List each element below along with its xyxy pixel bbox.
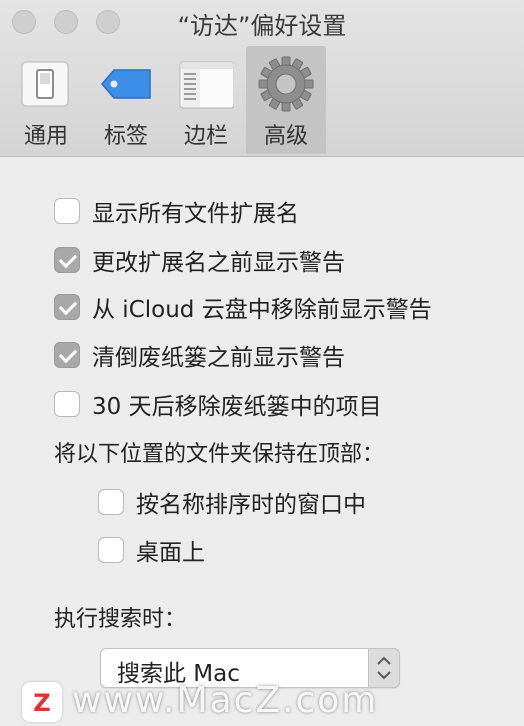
- option-label: 显示所有文件扩展名: [92, 201, 299, 227]
- keep-on-top-heading: 将以下位置的文件夹保持在顶部：: [54, 442, 385, 467]
- tab-general[interactable]: 通用: [6, 46, 86, 154]
- checkbox[interactable]: [98, 537, 124, 563]
- tab-tags-label: 标签: [103, 124, 148, 149]
- option-label: 更改扩展名之前显示警告: [92, 250, 345, 276]
- tab-general-label: 通用: [23, 124, 68, 149]
- checkbox-checked[interactable]: [54, 247, 80, 273]
- window-title: “访达”偏好设置: [177, 12, 347, 40]
- tab-sidebar-label: 边栏: [183, 124, 228, 149]
- gear-icon: [258, 56, 314, 112]
- option-label: 桌面上: [136, 540, 205, 566]
- checkbox[interactable]: [54, 391, 80, 417]
- search-heading: 执行搜索时：: [54, 607, 187, 632]
- tag-icon: [98, 56, 154, 112]
- sidebar-icon: [178, 56, 235, 112]
- watermark-text: www.MacZ.com: [72, 680, 379, 721]
- tab-advanced-label: 高级: [263, 124, 308, 149]
- option-warn-extension-change[interactable]: 更改扩展名之前显示警告: [54, 243, 345, 277]
- option-warn-icloud-remove[interactable]: 从 iCloud 云盘中移除前显示警告: [54, 290, 432, 324]
- option-label: 从 iCloud 云盘中移除前显示警告: [92, 297, 432, 323]
- option-keep-folders-windows[interactable]: 按名称排序时的窗口中: [98, 485, 366, 519]
- option-warn-empty-trash[interactable]: 清倒废纸篓之前显示警告: [54, 338, 345, 372]
- checkbox[interactable]: [54, 198, 80, 224]
- option-remove-trash-30-days[interactable]: 30 天后移除废纸篓中的项目: [54, 387, 382, 421]
- checkbox-checked[interactable]: [54, 294, 80, 320]
- finder-preferences-window: “访达”偏好设置 通用 标签 边栏 高级 显示所有文件扩展名 更改扩展名之前显示…: [0, 0, 524, 726]
- tab-sidebar[interactable]: 边栏: [166, 46, 246, 154]
- option-keep-folders-desktop[interactable]: 桌面上: [98, 533, 205, 567]
- checkbox-checked[interactable]: [54, 342, 80, 368]
- tab-tags[interactable]: 标签: [86, 46, 166, 154]
- tab-advanced[interactable]: 高级: [246, 46, 326, 154]
- watermark-logo: Z: [22, 682, 62, 722]
- svg-text:Z: Z: [33, 689, 50, 717]
- titlebar: “访达”偏好设置 通用 标签 边栏 高级: [0, 0, 524, 157]
- option-label: 按名称排序时的窗口中: [136, 492, 366, 518]
- checkbox[interactable]: [98, 489, 124, 515]
- switch-icon: [18, 56, 74, 112]
- option-show-extensions[interactable]: 显示所有文件扩展名: [54, 194, 299, 228]
- option-label: 30 天后移除废纸篓中的项目: [92, 394, 382, 420]
- option-label: 清倒废纸篓之前显示警告: [92, 345, 345, 371]
